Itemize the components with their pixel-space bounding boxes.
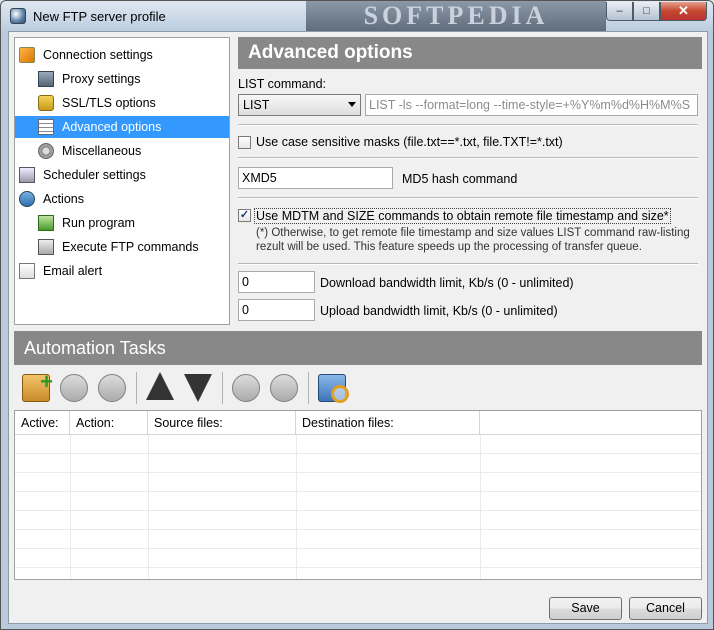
tree-item-label: Connection settings — [43, 48, 153, 62]
toolbar-separator — [308, 372, 309, 404]
close-button[interactable]: ✕ — [660, 2, 707, 21]
tree-item-actions[interactable]: Actions — [19, 188, 229, 210]
move-up-button[interactable] — [142, 372, 178, 406]
email-icon — [19, 263, 35, 279]
add-task-button[interactable] — [18, 369, 54, 406]
list-command-input[interactable]: LIST -ls --format=long --time-style=+%Y%… — [365, 94, 698, 116]
table-row — [15, 454, 701, 473]
run-task-icon — [232, 374, 260, 402]
toolbar-separator — [136, 372, 137, 404]
md5-command-label: MD5 hash command — [402, 172, 518, 186]
table-row — [15, 549, 701, 568]
move-up-icon — [146, 372, 174, 400]
maximize-button[interactable]: □ — [633, 2, 660, 21]
delete-task-button[interactable] — [94, 372, 130, 406]
move-down-button[interactable] — [180, 372, 216, 406]
mdtm-note: (*) Otherwise, to get remote file timest… — [256, 227, 690, 253]
upload-limit-input[interactable]: 0 — [238, 299, 315, 321]
table-row — [15, 435, 701, 454]
tree-item-run-program[interactable]: Run program — [38, 212, 229, 234]
edit-task-icon — [60, 374, 88, 402]
divider — [238, 263, 698, 265]
proxy-icon — [38, 71, 54, 87]
tree-item-label: Execute FTP commands — [62, 240, 199, 254]
divider — [238, 197, 698, 199]
tree-item-label: Actions — [43, 192, 84, 206]
tree-item-label: Miscellaneous — [62, 144, 142, 158]
save-button[interactable]: Save — [549, 597, 622, 620]
actions-icon — [19, 191, 35, 207]
minimize-button[interactable]: – — [606, 2, 633, 21]
automation-toolbar — [14, 368, 702, 408]
list-command-value: LIST — [243, 98, 270, 112]
dialog-client-area: Connection settings Proxy settings SSL/T… — [8, 31, 708, 624]
table-row — [15, 473, 701, 492]
table-row — [15, 511, 701, 530]
tree-item-execute-ftp-commands[interactable]: Execute FTP commands — [38, 236, 229, 258]
tree-item-scheduler-settings[interactable]: Scheduler settings — [19, 164, 229, 186]
settings-tree[interactable]: Connection settings Proxy settings SSL/T… — [14, 37, 230, 325]
delete-task-icon — [98, 374, 126, 402]
app-icon — [10, 8, 26, 24]
tree-item-advanced-options[interactable]: Advanced options — [15, 116, 229, 138]
upload-limit-label: Upload bandwidth limit, Kb/s (0 - unlimi… — [320, 304, 558, 318]
lock-icon — [38, 95, 54, 111]
execute-icon — [38, 239, 54, 255]
automation-tasks-header: Automation Tasks — [14, 331, 702, 365]
browse-button[interactable] — [314, 372, 350, 406]
misc-icon — [38, 143, 54, 159]
table-row — [15, 530, 701, 549]
move-down-icon — [184, 374, 212, 402]
divider — [238, 157, 698, 159]
tree-item-proxy-settings[interactable]: Proxy settings — [38, 68, 229, 90]
tree-item-connection-settings[interactable]: Connection settings — [19, 44, 229, 66]
column-header-active[interactable]: Active: — [15, 411, 70, 435]
case-sensitive-checkbox[interactable] — [238, 136, 251, 149]
list-command-select[interactable]: LIST — [238, 94, 361, 116]
scheduler-icon — [19, 167, 35, 183]
tree-item-miscellaneous[interactable]: Miscellaneous — [38, 140, 229, 162]
ftp-profile-window: New FTP server profile SOFTPEDIA – □ ✕ C… — [0, 0, 714, 630]
browse-icon — [318, 374, 349, 403]
advanced-icon — [38, 119, 54, 135]
column-header-action[interactable]: Action: — [70, 411, 148, 435]
run-icon — [38, 215, 54, 231]
connection-icon — [19, 47, 35, 63]
add-task-icon — [22, 369, 53, 402]
mdtm-size-checkbox[interactable]: ✓ — [238, 209, 251, 222]
tree-item-label: Run program — [62, 216, 135, 230]
tree-item-label: Proxy settings — [62, 72, 141, 86]
column-header-destination[interactable]: Destination files: — [296, 411, 480, 435]
stop-task-icon — [270, 374, 298, 402]
tree-item-ssl-tls-options[interactable]: SSL/TLS options — [38, 92, 229, 114]
advanced-options-header: Advanced options — [238, 37, 702, 69]
tree-item-email-alert[interactable]: Email alert — [19, 260, 229, 282]
tree-item-label: Email alert — [43, 264, 103, 278]
edit-task-button[interactable] — [56, 372, 92, 406]
case-sensitive-label: Use case sensitive masks (file.txt==*.tx… — [256, 135, 563, 149]
stop-task-button[interactable] — [266, 372, 302, 406]
download-limit-input[interactable]: 0 — [238, 271, 315, 293]
divider — [238, 124, 698, 126]
automation-tasks-table[interactable]: Active: Action: Source files: Destinatio… — [14, 410, 702, 580]
tree-item-label: SSL/TLS options — [62, 96, 156, 110]
tree-item-label: Scheduler settings — [43, 168, 146, 182]
column-header-source[interactable]: Source files: — [148, 411, 296, 435]
toolbar-separator — [222, 372, 223, 404]
table-row — [15, 492, 701, 511]
chevron-down-icon — [348, 102, 356, 107]
run-task-button[interactable] — [228, 372, 264, 406]
list-command-label: LIST command: — [238, 77, 327, 91]
tree-item-label: Advanced options — [62, 120, 162, 134]
download-limit-label: Download bandwidth limit, Kb/s (0 - unli… — [320, 276, 574, 290]
cancel-button[interactable]: Cancel — [629, 597, 702, 620]
mdtm-size-label: Use MDTM and SIZE commands to obtain rem… — [254, 208, 671, 224]
window-title: New FTP server profile — [33, 9, 166, 24]
title-bar: New FTP server profile SOFTPEDIA – □ ✕ — [1, 1, 713, 31]
md5-command-input[interactable]: XMD5 — [238, 167, 393, 189]
softpedia-watermark: SOFTPEDIA — [306, 1, 606, 31]
table-header: Active: Action: Source files: Destinatio… — [15, 411, 701, 435]
